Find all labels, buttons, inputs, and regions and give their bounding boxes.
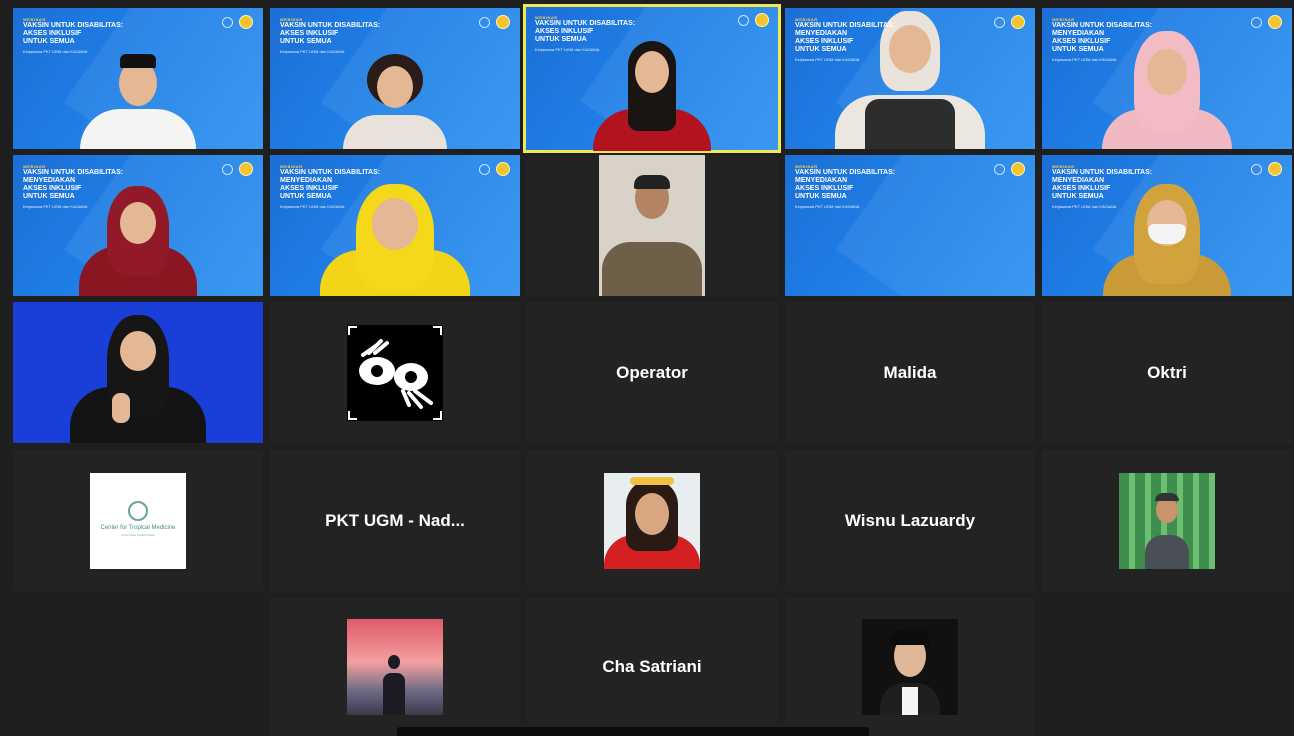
partner-logos	[222, 162, 253, 176]
video-tile-pkt-ugm[interactable]: PKT UGM - Nad...	[270, 450, 520, 591]
video-tile-avatar-4[interactable]	[785, 598, 1035, 736]
video-tile-ctm[interactable]: Center for Tropical Medicine Universitas…	[13, 450, 263, 591]
participant-video	[599, 155, 705, 296]
webinar-banner: WEBINAR VAKSIN UNTUK DISABILITAS: MENYED…	[795, 164, 896, 209]
ctm-logo-tile: Center for Tropical Medicine Universitas…	[90, 472, 186, 569]
video-tile-10[interactable]: WEBINAR VAKSIN UNTUK DISABILITAS: MENYED…	[1042, 155, 1292, 296]
video-tile-sign-interpreter[interactable]	[13, 302, 263, 443]
video-tile-cha-satriani[interactable]: Cha Satriani	[527, 598, 777, 736]
webinar-banner: WEBINAR VAKSIN UNTUK DISABILITAS: MENYED…	[1052, 164, 1153, 209]
video-tile-avatar-1[interactable]	[527, 450, 777, 591]
meeting-controls-bar[interactable]	[397, 727, 869, 736]
webinar-banner: WEBINAR VAKSIN UNTUK DISABILITAS: AKSES …	[23, 17, 124, 54]
partner-logos	[479, 15, 510, 29]
participant-name: Oktri	[1147, 362, 1187, 382]
partner-logos	[738, 13, 769, 27]
webinar-banner: WEBINAR VAKSIN UNTUK DISABILITAS: MENYED…	[280, 164, 381, 209]
avatar	[862, 619, 958, 715]
video-tile-5[interactable]: WEBINAR VAKSIN UNTUK DISABILITAS: MENYED…	[1042, 8, 1292, 149]
avatar	[1119, 472, 1215, 569]
participant-video	[68, 315, 208, 443]
participant-name: Operator	[616, 362, 688, 382]
video-tile-sign-language[interactable]	[270, 302, 520, 443]
video-tile-8[interactable]	[527, 155, 777, 296]
video-tile-1[interactable]: WEBINAR VAKSIN UNTUK DISABILITAS: AKSES …	[13, 8, 263, 149]
webinar-banner: WEBINAR VAKSIN UNTUK DISABILITAS: MENYED…	[1052, 17, 1153, 62]
video-tile-malida[interactable]: Malida	[785, 302, 1035, 443]
video-tile-9[interactable]: WEBINAR VAKSIN UNTUK DISABILITAS: MENYED…	[785, 155, 1035, 296]
video-tile-oktri[interactable]: Oktri	[1042, 302, 1292, 443]
participant-name: Cha Satriani	[602, 657, 702, 676]
video-tile-operator[interactable]: Operator	[527, 302, 777, 443]
ctm-logo-icon	[128, 500, 148, 521]
video-tile-avatar-2[interactable]	[1042, 450, 1292, 591]
avatar	[347, 619, 443, 715]
participant-video	[587, 41, 717, 151]
video-tile-7[interactable]: WEBINAR VAKSIN UNTUK DISABILITAS: MENYED…	[270, 155, 520, 296]
webinar-banner: WEBINAR VAKSIN UNTUK DISABILITAS: MENYED…	[23, 164, 124, 209]
participant-video	[78, 44, 198, 149]
partner-logos	[1251, 15, 1282, 29]
partner-logos	[222, 15, 253, 29]
video-tile-2[interactable]: WEBINAR VAKSIN UNTUK DISABILITAS: AKSES …	[270, 8, 520, 149]
video-tile-4[interactable]: WEBINAR VAKSIN UNTUK DISABILITAS: MENYED…	[785, 8, 1035, 149]
participant-name: Malida	[883, 362, 937, 382]
partner-logos	[994, 15, 1025, 29]
video-tile-wisnu[interactable]: Wisnu Lazuardy	[785, 450, 1035, 591]
participant-name: PKT UGM - Nad...	[325, 510, 465, 530]
participant-video	[335, 54, 455, 149]
avatar	[604, 472, 700, 569]
participant-name: Wisnu Lazuardy	[844, 510, 976, 530]
webinar-banner: WEBINAR VAKSIN UNTUK DISABILITAS: AKSES …	[280, 17, 381, 54]
partner-logos	[994, 162, 1025, 176]
sign-language-icon	[347, 324, 443, 421]
webinar-banner: WEBINAR VAKSIN UNTUK DISABILITAS: AKSES …	[535, 15, 636, 52]
partner-logos	[479, 162, 510, 176]
video-tile-avatar-3[interactable]	[270, 598, 520, 736]
webinar-banner: WEBINAR VAKSIN UNTUK DISABILITAS: MENYED…	[795, 17, 896, 62]
partner-logos	[1251, 162, 1282, 176]
video-tile-6[interactable]: WEBINAR VAKSIN UNTUK DISABILITAS: MENYED…	[13, 155, 263, 296]
video-tile-active-speaker[interactable]: WEBINAR VAKSIN UNTUK DISABILITAS: AKSES …	[523, 4, 781, 153]
